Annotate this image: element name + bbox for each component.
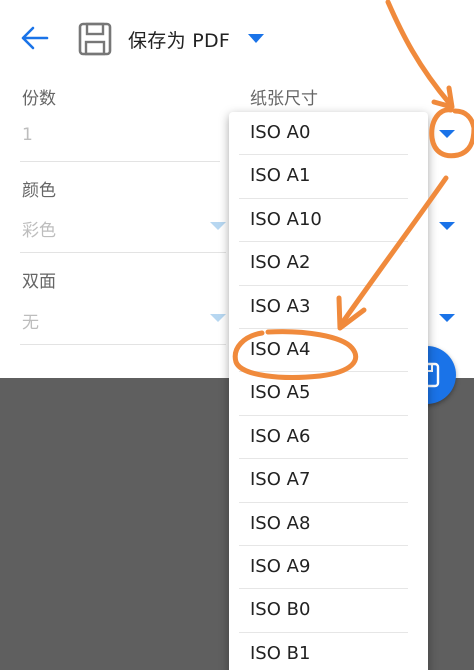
menu-item-iso-a3[interactable]: ISO A3: [229, 286, 428, 329]
menu-item-iso-a6[interactable]: ISO A6: [229, 416, 428, 460]
menu-item-iso-a10[interactable]: ISO A10: [229, 199, 428, 243]
paper-size-dropdown-arrow[interactable]: [439, 130, 455, 138]
menu-item-iso-a5[interactable]: ISO A5: [229, 372, 428, 416]
save-floppy-icon: [78, 22, 114, 58]
menu-item-iso-b1[interactable]: ISO B1: [229, 633, 428, 670]
printer-dropdown-button[interactable]: [248, 32, 266, 46]
arrow-back-icon: [21, 26, 49, 50]
paper-size-menu: ISO A0 ISO A1 ISO A10 ISO A2 ISO A3 ISO …: [229, 112, 428, 670]
color-label: 颜色: [22, 181, 56, 201]
color-underline: [20, 252, 226, 253]
duplex-dropdown-arrow[interactable]: [210, 314, 226, 322]
copies-input[interactable]: 1: [22, 125, 33, 145]
duplex-select[interactable]: 无: [22, 308, 39, 333]
printer-selector-label[interactable]: 保存为 PDF: [128, 26, 230, 53]
menu-item-iso-a7[interactable]: ISO A7: [229, 459, 428, 503]
orientation-dropdown-arrow[interactable]: [439, 222, 455, 230]
menu-item-iso-b0[interactable]: ISO B0: [229, 589, 428, 633]
chevron-down-icon: [248, 34, 264, 43]
menu-item-iso-a8[interactable]: ISO A8: [229, 503, 428, 546]
back-button[interactable]: [16, 20, 56, 56]
menu-item-iso-a1[interactable]: ISO A1: [229, 155, 428, 199]
menu-item-iso-a4[interactable]: ISO A4: [229, 329, 428, 373]
copies-label: 份数: [22, 89, 56, 109]
color-select[interactable]: 彩色: [22, 216, 56, 241]
duplex-label: 双面: [22, 272, 56, 292]
pages-dropdown-arrow[interactable]: [439, 314, 455, 322]
copies-underline: [20, 161, 220, 162]
paper-size-label: 纸张尺寸: [250, 89, 318, 109]
color-dropdown-arrow[interactable]: [210, 222, 226, 230]
print-dialog-screen: 保存为 PDF 份数 1 纸张尺寸 颜色 彩色 双面 无 ISO A0 ISO …: [0, 0, 474, 670]
menu-item-iso-a2[interactable]: ISO A2: [229, 242, 428, 286]
menu-item-iso-a9[interactable]: ISO A9: [229, 546, 428, 590]
menu-item-iso-a0[interactable]: ISO A0: [229, 112, 428, 156]
duplex-underline: [20, 344, 226, 345]
